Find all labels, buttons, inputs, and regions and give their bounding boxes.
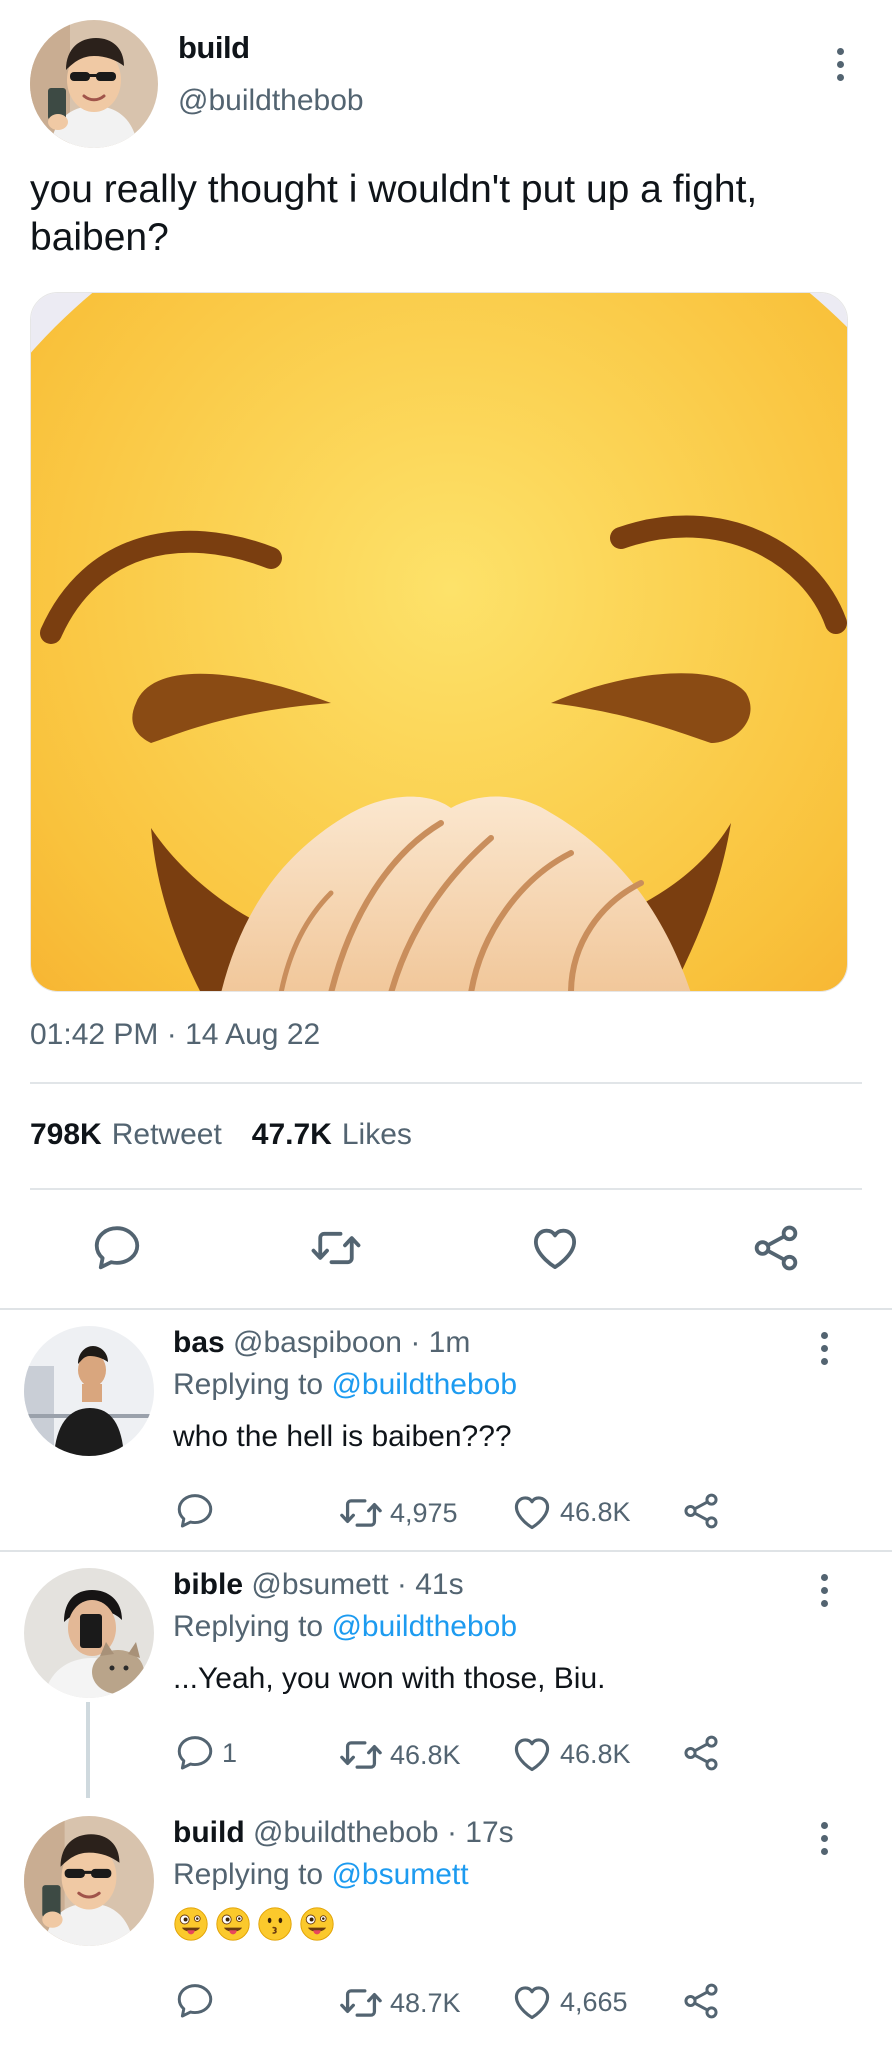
- reply-count: 1: [222, 1737, 238, 1768]
- retweet-count: 46.8K: [390, 1739, 461, 1770]
- retweet-stat[interactable]: 798K Retweet: [30, 1118, 222, 1152]
- retweet-icon: [338, 1490, 384, 1536]
- avatar[interactable]: [24, 1816, 154, 1946]
- heart-icon: [510, 1732, 554, 1776]
- author-name[interactable]: bas: [173, 1326, 225, 1359]
- replying-to: Replying to @bsumett: [173, 1858, 469, 1892]
- tweet-timestamp: 01:42 PM · 14 Aug 22: [30, 1018, 321, 1051]
- avatar[interactable]: [30, 20, 158, 148]
- reply-tweet[interactable]: bible @bsumett · 41s Replying to @buildt…: [0, 1552, 892, 1802]
- share-icon[interactable]: [748, 1220, 804, 1276]
- heart-icon: [510, 1490, 554, 1534]
- reply-tweet[interactable]: bas @baspiboon · 1m Replying to @buildth…: [0, 1310, 892, 1548]
- likes-stat[interactable]: 47.7K Likes: [252, 1118, 412, 1152]
- share-button[interactable]: [680, 1490, 722, 1532]
- comment-icon: [174, 1980, 216, 2022]
- reply-time: · 41s: [396, 1568, 464, 1601]
- like-count: 46.8K: [560, 1496, 631, 1527]
- heart-icon: [510, 1980, 554, 2024]
- share-button[interactable]: [680, 1732, 722, 1774]
- replying-label: Replying to: [173, 1858, 324, 1891]
- author-handle[interactable]: @baspiboon: [233, 1326, 402, 1359]
- more-icon[interactable]: [834, 48, 846, 81]
- reply-action-bar: 48.7K 4,665: [0, 1980, 892, 2024]
- divider: [30, 1188, 862, 1190]
- reply-text: ...Yeah, you won with those, Biu.: [173, 1662, 606, 1695]
- replying-label: Replying to: [173, 1368, 324, 1401]
- reply-time: · 17s: [446, 1816, 514, 1849]
- reply-action-bar: 4,975 46.8K: [0, 1490, 892, 1534]
- share-icon: [680, 1980, 722, 2022]
- zany-face-emoji: [173, 1906, 209, 1942]
- retweet-button[interactable]: 46.8K: [338, 1732, 461, 1778]
- like-button[interactable]: 46.8K: [510, 1732, 631, 1776]
- retweet-count: 48.7K: [390, 1987, 461, 2018]
- share-icon: [680, 1490, 722, 1532]
- like-count: 46.8K: [560, 1738, 631, 1769]
- comment-icon: [174, 1732, 216, 1774]
- avatar[interactable]: [24, 1568, 154, 1698]
- retweet-icon: [338, 1980, 384, 2026]
- author-name[interactable]: build: [173, 1816, 245, 1849]
- retweet-icon[interactable]: [308, 1220, 364, 1276]
- tweet-action-bar: [0, 1220, 892, 1280]
- likes-count: 47.7K: [251, 1118, 332, 1151]
- replying-to-link[interactable]: @bsumett: [331, 1858, 468, 1891]
- reply-header: build @buildthebob · 17s: [173, 1816, 514, 1850]
- reply-header: bas @baspiboon · 1m: [173, 1326, 470, 1360]
- comment-icon: [174, 1490, 216, 1532]
- like-count: 4,665: [560, 1986, 628, 2017]
- retweet-button[interactable]: 48.7K: [338, 1980, 461, 2026]
- comment-button[interactable]: [174, 1980, 222, 2022]
- author-handle[interactable]: @buildthebob: [178, 84, 364, 118]
- divider: [30, 1082, 862, 1084]
- author-name[interactable]: build: [178, 30, 250, 66]
- avatar[interactable]: [24, 1326, 154, 1456]
- comment-icon[interactable]: [89, 1220, 145, 1276]
- tweet-text: you really thought i wouldn't put up a f…: [30, 168, 758, 259]
- zany-face-emoji: [215, 1906, 251, 1942]
- share-button[interactable]: [680, 1980, 722, 2022]
- more-icon[interactable]: [818, 1574, 830, 1607]
- reply-time: · 1m: [410, 1326, 471, 1359]
- more-icon[interactable]: [818, 1332, 830, 1365]
- likes-label: Likes: [341, 1118, 412, 1151]
- like-button[interactable]: 46.8K: [510, 1490, 631, 1534]
- author-handle[interactable]: @bsumett: [251, 1568, 388, 1601]
- retweet-label: Retweet: [111, 1118, 222, 1151]
- zany-face-emoji: [299, 1906, 335, 1942]
- reply-action-bar: 1 46.8K 46.8K: [0, 1732, 892, 1776]
- retweet-icon: [338, 1732, 384, 1778]
- tweet-image[interactable]: [30, 292, 848, 992]
- share-icon: [680, 1732, 722, 1774]
- replying-label: Replying to: [173, 1610, 324, 1643]
- author-name[interactable]: bible: [173, 1568, 243, 1601]
- replying-to: Replying to @buildthebob: [173, 1610, 517, 1644]
- retweet-button[interactable]: 4,975: [338, 1490, 458, 1536]
- more-icon[interactable]: [818, 1822, 830, 1855]
- author-handle[interactable]: @buildthebob: [253, 1816, 439, 1849]
- reply-text: who the hell is baiben???: [173, 1420, 512, 1453]
- replying-to-link[interactable]: @buildthebob: [331, 1368, 517, 1401]
- replying-to: Replying to @buildthebob: [173, 1368, 517, 1402]
- reply-emojis: [173, 1906, 335, 1942]
- like-button[interactable]: 4,665: [510, 1980, 628, 2024]
- kissing-face-emoji: [257, 1906, 293, 1942]
- retweet-count: 798K: [30, 1118, 102, 1151]
- reply-header: bible @bsumett · 41s: [173, 1568, 464, 1602]
- comment-button[interactable]: 1: [174, 1732, 237, 1774]
- replying-to-link[interactable]: @buildthebob: [331, 1610, 517, 1643]
- retweet-count: 4,975: [390, 1497, 458, 1528]
- comment-button[interactable]: [174, 1490, 222, 1532]
- heart-icon[interactable]: [527, 1220, 583, 1276]
- reply-tweet[interactable]: build @buildthebob · 17s Replying to @bs…: [0, 1800, 892, 2048]
- tweet-stats: 798K Retweet 47.7K Likes: [30, 1118, 412, 1152]
